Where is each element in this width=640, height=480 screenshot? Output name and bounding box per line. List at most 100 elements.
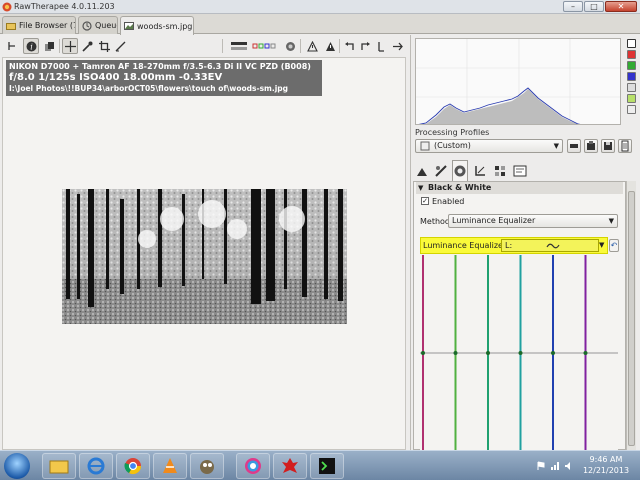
scrollbar-thumb[interactable] [628,191,635,446]
histogram-graph [416,39,620,124]
flag-icon[interactable] [536,461,546,471]
curve-control-point-1[interactable] [453,351,458,355]
explorer-taskbar-button[interactable] [42,453,76,479]
picasa-taskbar-button[interactable] [236,453,270,479]
rotate-right-button[interactable] [357,38,373,54]
curve-wave-icon [546,243,560,249]
chevron-down-icon: ▼ [553,142,559,150]
before-after-icon [44,41,54,51]
histogram-full-button[interactable] [627,39,636,48]
panel-toggle-icon [8,42,15,50]
queue-icon [82,20,92,31]
terminal-taskbar-button[interactable] [310,453,344,479]
vlc-taskbar-button[interactable] [153,453,187,479]
luminance-curve-editor[interactable] [420,255,618,450]
straighten-tool-button[interactable] [112,38,128,54]
crop-tool-button[interactable] [96,38,112,54]
volume-icon[interactable] [564,461,574,471]
paste-profile-button[interactable] [584,139,598,153]
info-icon: i [26,41,36,51]
focus-mask-icon [285,41,295,51]
tab-queue[interactable]: Queue [78,16,118,34]
tab-transform[interactable] [472,160,488,181]
ie-taskbar-button[interactable] [79,453,113,479]
gimp-taskbar-button[interactable] [190,453,224,479]
tab-editor[interactable]: woods-sm.jpg ✕ [120,16,194,35]
save-icon [604,142,612,150]
histogram-green-toggle[interactable] [627,61,636,70]
flip-vertical-button[interactable] [389,38,405,54]
flip-horizontal-icon [377,41,384,52]
exposure-info: f/8.0 1/125s ISO400 18.00mm -0.33EV [9,72,223,83]
method-select[interactable]: Luminance Equalizer ▼ [448,214,618,228]
curve-control-point-4[interactable] [551,351,555,355]
flip-horizontal-button[interactable] [373,38,389,54]
tab-file-browser[interactable]: File Browser (7) [2,16,76,34]
histogram-toggle-icon [231,42,247,50]
white-balance-picker-button[interactable] [79,38,95,54]
before-after-button[interactable] [41,38,57,54]
curve-control-point-3[interactable] [518,351,523,355]
curve-control-point-2[interactable] [486,351,490,355]
picasa-icon [245,458,261,474]
warning-triangle-icon [325,41,335,51]
histogram-red-toggle[interactable] [627,50,636,59]
rotate-left-button[interactable] [341,38,357,54]
close-window-button[interactable]: ✕ [605,1,637,12]
tab-raw[interactable] [492,160,508,181]
histogram-blue-toggle[interactable] [627,72,636,81]
color-wheel-icon [454,165,466,177]
maximize-button[interactable]: □ [584,1,604,12]
preview-channels-button[interactable] [251,38,279,54]
terminal-icon [319,458,335,474]
camera-lens-info: NIKON D7000 + Tamron AF 18-270mm f/3.5-6… [9,62,311,71]
transform-icon [475,165,485,176]
window-title: RawTherapee 4.0.11.203 [14,2,115,11]
clock-date: 12/21/2013 [582,466,630,475]
histogram [415,38,621,125]
clock-time: 9:46 AM [589,455,623,464]
tab-detail[interactable] [433,160,449,181]
curve-control-point-0[interactable] [421,351,425,355]
windows-start-icon[interactable] [4,453,30,479]
histogram-raw-toggle[interactable] [627,94,636,103]
reset-curve-button[interactable]: ↶ [609,239,619,252]
chevron-down-icon: ▼ [599,241,605,249]
highlight-clip-warning-button[interactable] [322,38,338,54]
hide-left-panel-button[interactable] [4,38,20,54]
tab-color[interactable] [452,160,468,181]
image-info-overlay: NIKON D7000 + Tamron AF 18-270mm f/3.5-6… [6,60,322,96]
chrome-taskbar-button[interactable] [116,453,150,479]
info-button[interactable]: i [23,38,39,54]
channel-toggle-button[interactable] [229,38,249,54]
histogram-luminance-toggle[interactable] [627,83,636,92]
enabled-checkbox[interactable]: ✓ [421,197,429,205]
tab-metadata[interactable] [512,160,528,181]
save-profile-button[interactable] [601,139,615,153]
tab-exposure[interactable] [414,160,430,181]
processing-profile-select[interactable]: (Custom) ▼ [415,139,563,153]
luminance-curve-select[interactable]: L: [501,239,599,252]
tool-scrollbar[interactable] [626,181,636,450]
processing-profile-value: (Custom) [434,141,471,150]
straighten-icon [115,41,125,51]
focus-mask-button[interactable] [282,38,298,54]
reset-icon: ↶ [610,241,618,250]
copy-profile-button[interactable] [567,139,581,153]
tab-label: File Browser (7) [19,21,76,30]
paint-taskbar-button[interactable] [273,453,307,479]
minimize-button[interactable]: – [563,1,583,12]
rotate-left-icon [344,41,354,50]
file-path: I:\Joel Photos\!!BUP34\arborOCT05\flower… [9,84,289,93]
network-icon[interactable] [550,461,560,471]
curve-control-point-5[interactable] [583,351,588,355]
load-profile-button[interactable] [618,139,632,153]
luminance-curve-value: L: [505,241,513,250]
detail-icon [435,164,447,177]
hand-tool-button[interactable] [62,38,78,54]
shadow-clip-warning-button[interactable] [304,38,320,54]
black-white-section-header[interactable]: ▼ Black & White [416,182,623,194]
paint-splash-icon [282,458,298,473]
histogram-bar-toggle[interactable] [627,105,636,114]
preview-photo[interactable] [62,189,347,324]
